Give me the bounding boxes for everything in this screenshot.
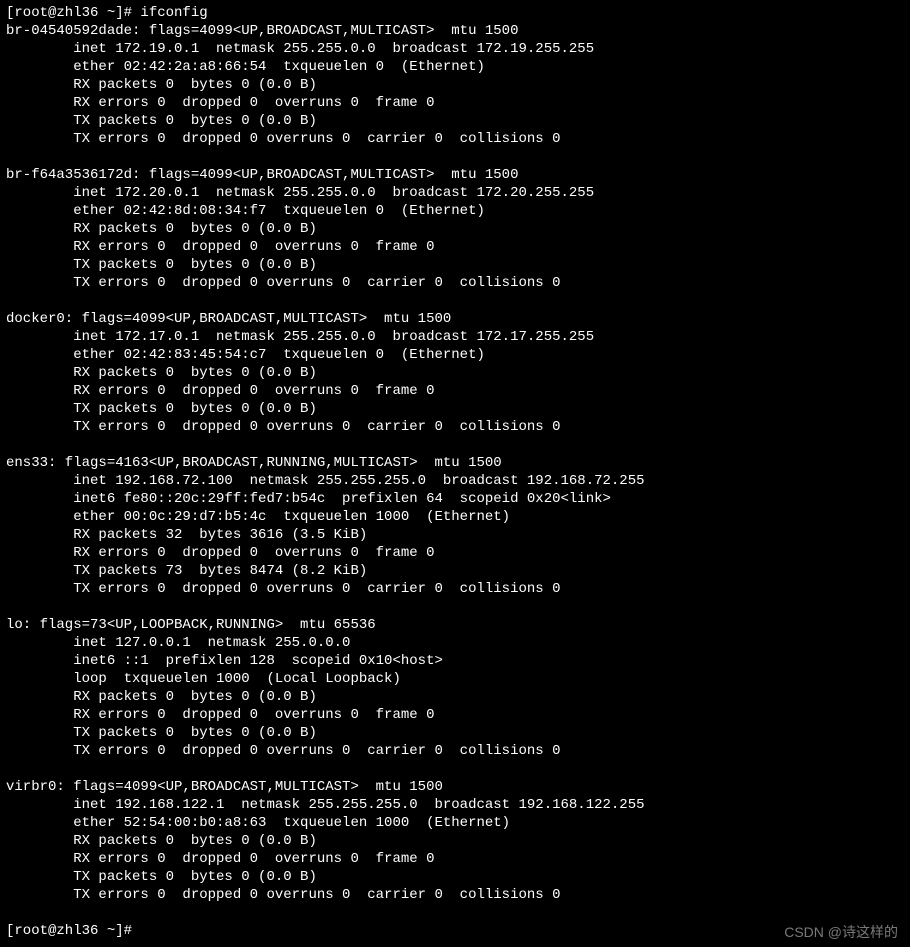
watermark-text: CSDN @诗这样的 — [784, 923, 898, 941]
terminal-output[interactable]: [root@zhl36 ~]# ifconfig br-04540592dade… — [0, 0, 910, 944]
